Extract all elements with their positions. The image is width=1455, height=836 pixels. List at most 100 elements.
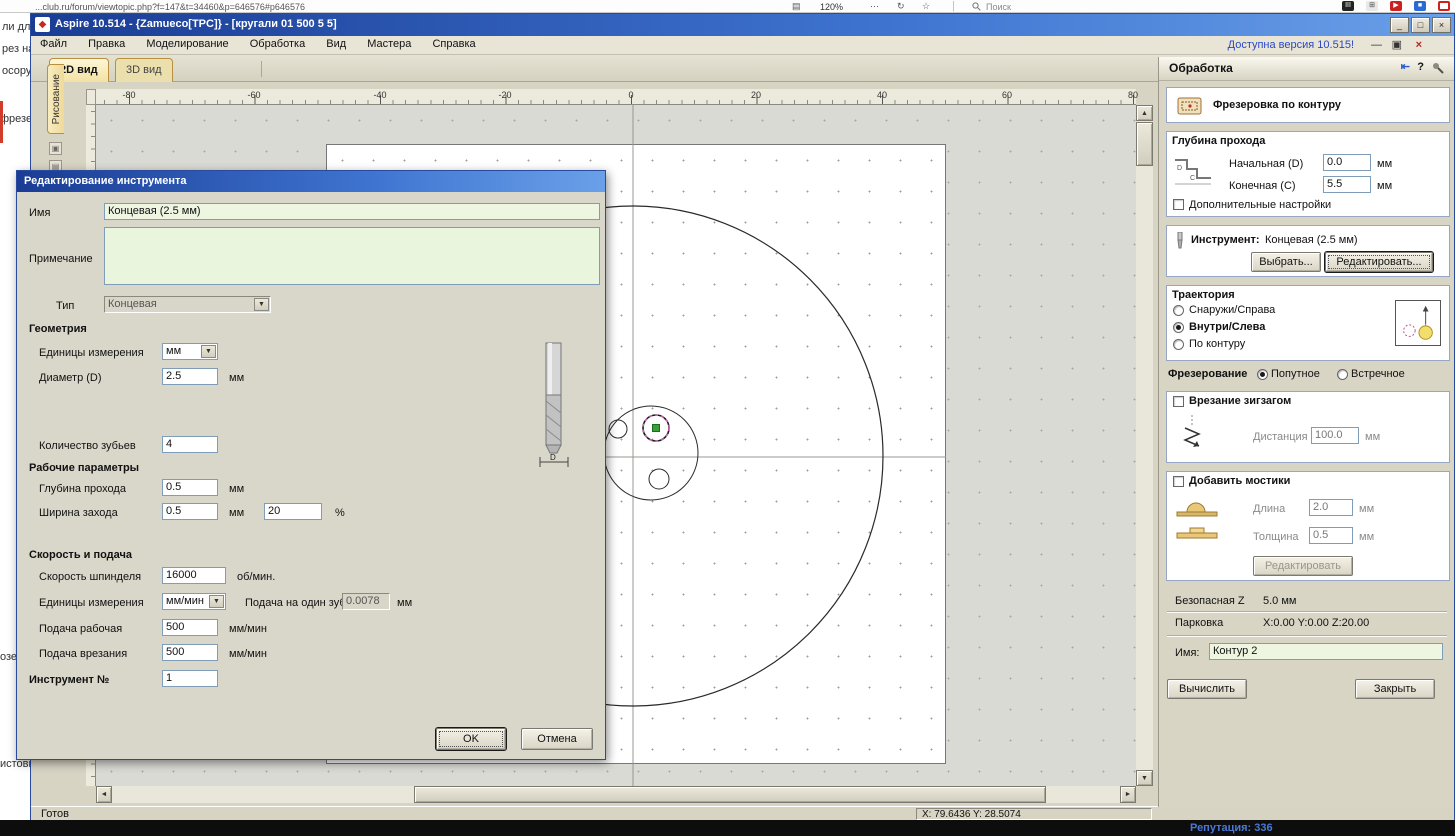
trajectory-group: Траектория Снаружи/Справа Внутри/Слева П… — [1166, 285, 1450, 361]
tool-name-input[interactable]: Концевая (2.5 мм) — [104, 203, 600, 220]
video-extension-icon[interactable]: ▶ — [1390, 1, 1402, 11]
page-icon[interactable]: ▤ — [792, 0, 801, 13]
pin-icon[interactable] — [1432, 62, 1444, 74]
tool-name-label: Имя — [29, 207, 51, 219]
radio-on-contour[interactable] — [1173, 339, 1184, 350]
flutes-label: Количество зубьев — [39, 440, 136, 452]
reload-icon[interactable]: ↻ — [897, 0, 905, 13]
bridge-thickness-input[interactable]: 0.5 — [1309, 527, 1353, 544]
mdi-minimize-icon[interactable]: — — [1371, 39, 1382, 52]
menu-item-file[interactable]: Файл — [31, 36, 76, 55]
note-label: Примечание — [29, 253, 93, 265]
diameter-unit: мм — [229, 372, 245, 384]
plunge-rate-input[interactable]: 500 — [162, 644, 218, 661]
close-button[interactable]: × — [1432, 17, 1451, 33]
plunge-rate-label: Подача врезания — [39, 648, 128, 660]
menu-item-edit[interactable]: Правка — [79, 36, 134, 55]
help-icon[interactable]: ? — [1417, 61, 1424, 74]
menu-item-machining[interactable]: Обработка — [241, 36, 314, 55]
tab-3d-view[interactable]: 3D вид — [115, 58, 173, 82]
radio-climb-label: Попутное — [1271, 368, 1320, 380]
apps-grid-icon[interactable]: ⊞ — [1366, 1, 1378, 11]
restore-button[interactable]: □ — [1411, 17, 1430, 33]
radio-conventional-label: Встречное — [1351, 368, 1405, 380]
feed-rate-input[interactable]: 500 — [162, 619, 218, 636]
svg-text:C: C — [1190, 175, 1195, 182]
update-version-link[interactable]: Доступна версия 10.515! — [1228, 39, 1354, 52]
scroll-left-arrow[interactable]: ◄ — [96, 786, 112, 803]
horizontal-scrollbar[interactable]: ◄ ► — [96, 786, 1136, 803]
tool-edit-button[interactable]: Редактировать... — [1325, 252, 1433, 272]
end-depth-input[interactable]: 5.5 — [1323, 176, 1371, 193]
tool-number-spinner[interactable]: 1 — [162, 670, 218, 687]
radio-inside-left[interactable] — [1173, 322, 1184, 333]
vertical-scrollbar[interactable]: ▲ ▼ — [1136, 105, 1153, 786]
radio-climb-milling[interactable] — [1257, 369, 1268, 380]
browser-logo-icon[interactable] — [1438, 1, 1450, 11]
dialog-titlebar[interactable]: Редактирование инструмента — [17, 171, 605, 192]
radio-outside-right-label: Снаружи/Справа — [1189, 304, 1276, 316]
window-title: Aspire 10.514 - {Zamueco[TPC]} - [кругал… — [55, 18, 337, 30]
trajectory-diagram-icon — [1395, 300, 1441, 346]
panel-header: Обработка ⇤ ? — [1159, 57, 1454, 81]
end-depth-unit: мм — [1377, 180, 1393, 192]
stepover-percent-spinner[interactable]: 20 — [264, 503, 322, 520]
flutes-spinner[interactable]: 4 — [162, 436, 218, 453]
mdi-restore-icon[interactable]: ▣ — [1392, 39, 1402, 52]
vertical-scroll-thumb[interactable] — [1136, 122, 1153, 166]
tab-drawing-vertical[interactable]: Рисование — [47, 64, 64, 134]
circle-small-left — [608, 419, 628, 439]
reputation-text[interactable]: Репутация: 336 — [1190, 822, 1273, 835]
ramp-distance-input[interactable]: 100.0 — [1311, 427, 1359, 444]
toolpath-name-input[interactable]: Контур 2 — [1209, 643, 1443, 660]
feed-units-select[interactable]: мм/мин ▼ — [162, 593, 226, 610]
menu-item-wizards[interactable]: Мастера — [358, 36, 420, 55]
extension-icon[interactable]: III — [1342, 1, 1354, 11]
horizontal-scroll-thumb[interactable] — [414, 786, 1046, 803]
more-icon[interactable]: ⋯ — [870, 0, 879, 13]
titlebar[interactable]: ◆ Aspire 10.514 - {Zamueco[TPC]} - [круг… — [31, 14, 1454, 36]
stepover-input[interactable]: 0.5 — [162, 503, 218, 520]
scroll-up-arrow[interactable]: ▲ — [1136, 105, 1153, 121]
menu-item-help[interactable]: Справка — [423, 36, 484, 55]
bridge-length-input[interactable]: 2.0 — [1309, 499, 1353, 516]
collapse-panel-icon[interactable]: ⇤ — [1401, 61, 1410, 74]
bridges-edit-button[interactable]: Редактировать — [1253, 556, 1353, 576]
browser-zoom-level[interactable]: 120% — [820, 1, 843, 14]
feed-rate-label: Подача рабочая — [39, 623, 123, 635]
machining-panel: Обработка ⇤ ? Фрезеровка по контуру Глуб… — [1158, 57, 1454, 807]
browser-search-input[interactable]: Поиск — [986, 1, 1011, 14]
note-textarea[interactable] — [104, 227, 600, 285]
bridges-title: Добавить мостики — [1189, 475, 1291, 487]
scroll-down-arrow[interactable]: ▼ — [1136, 770, 1153, 786]
scroll-right-arrow[interactable]: ► — [1120, 786, 1136, 803]
browser-url[interactable]: ...club.ru/forum/viewtopic.php?f=147&t=3… — [35, 1, 305, 14]
menu-item-modeling[interactable]: Моделирование — [137, 36, 237, 55]
units-select[interactable]: мм ▼ — [162, 343, 218, 360]
ramp-checkbox[interactable] — [1173, 396, 1184, 407]
end-mill-icon — [1177, 232, 1183, 249]
advanced-settings-checkbox[interactable] — [1173, 199, 1184, 210]
tool-select-button[interactable]: Выбрать... — [1251, 252, 1321, 272]
calculate-button[interactable]: Вычислить — [1167, 679, 1247, 699]
minimize-button[interactable]: _ — [1390, 17, 1409, 33]
tool-type-select[interactable]: Концевая ▼ — [104, 296, 271, 313]
ok-button[interactable]: OK — [436, 728, 506, 750]
diameter-input[interactable]: 2.5 — [162, 368, 218, 385]
spindle-speed-input[interactable]: 16000 — [162, 567, 226, 584]
radio-conventional-milling[interactable] — [1337, 369, 1348, 380]
bridge-thickness-icon — [1176, 527, 1218, 539]
bookmark-star-icon[interactable]: ☆ — [922, 0, 930, 13]
svg-text:D: D — [1177, 165, 1182, 172]
cancel-button[interactable]: Отмена — [521, 728, 593, 750]
menu-item-view[interactable]: Вид — [317, 36, 355, 55]
left-tool-icon[interactable]: ▣ — [49, 142, 62, 155]
bridges-checkbox[interactable] — [1173, 476, 1184, 487]
pass-depth-input[interactable]: 0.5 — [162, 479, 218, 496]
ruler-label: -60 — [247, 90, 261, 100]
blue-extension-icon[interactable]: ■ — [1414, 1, 1426, 11]
start-depth-input[interactable]: 0.0 — [1323, 154, 1371, 171]
mdi-close-icon[interactable]: × — [1416, 39, 1422, 52]
close-panel-button[interactable]: Закрыть — [1355, 679, 1435, 699]
radio-outside-right[interactable] — [1173, 305, 1184, 316]
